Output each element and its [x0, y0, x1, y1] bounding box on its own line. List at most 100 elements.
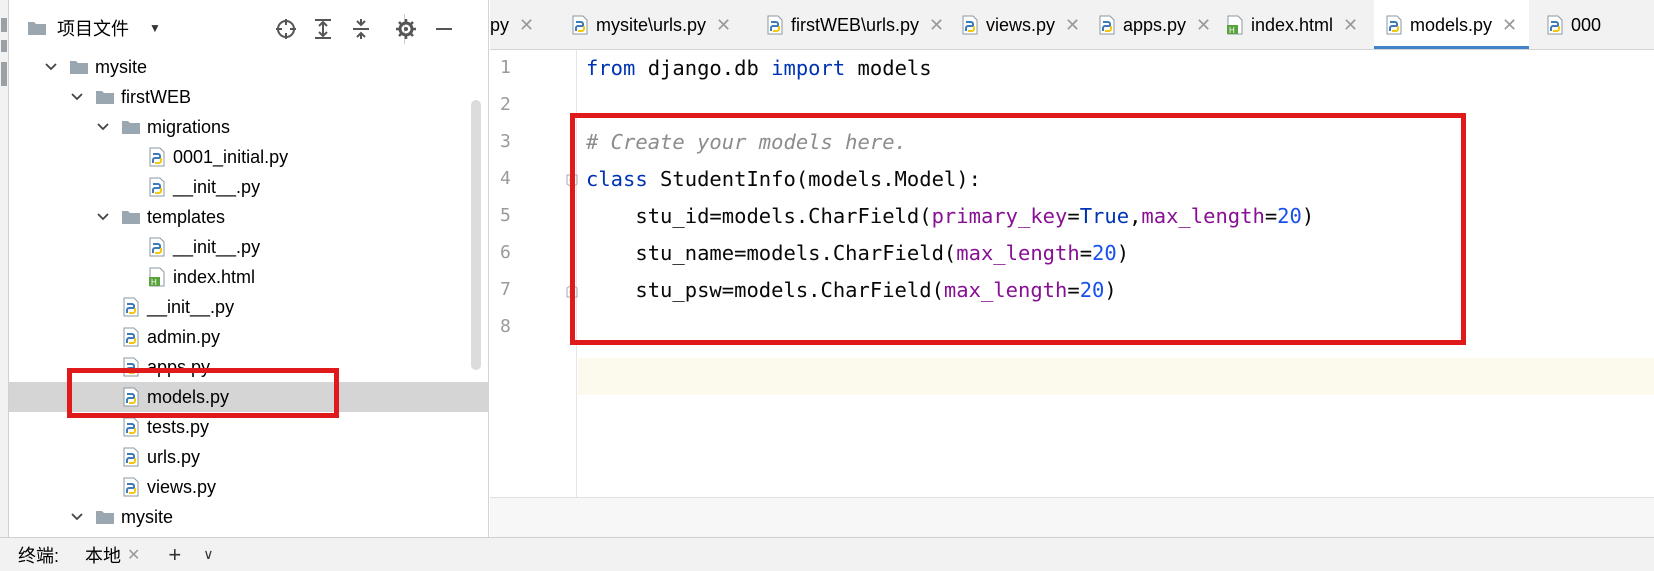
tree-item-label: __init__.py — [173, 176, 261, 197]
chevron-down-icon[interactable] — [43, 59, 59, 75]
line-number: 1 — [500, 57, 511, 78]
chevron-down-icon[interactable] — [95, 209, 111, 225]
editor-tab-label: models.py — [1410, 14, 1493, 35]
close-icon[interactable]: ✕ — [1343, 15, 1358, 36]
code-highlight-box — [570, 113, 1466, 345]
python-file-icon — [147, 237, 167, 257]
tree-item[interactable]: __init__.py — [9, 232, 489, 262]
terminal-label: 终端: — [18, 545, 60, 566]
line-number: 2 — [500, 94, 511, 115]
tree-item[interactable]: mysite — [9, 52, 489, 82]
chevron-down-icon[interactable] — [69, 509, 85, 525]
line-number: 4 — [500, 168, 511, 189]
editor-tab-label: py — [490, 14, 510, 35]
add-terminal-button[interactable]: + — [168, 542, 181, 568]
editor-tab[interactable]: Hindex.html ✕ — [1215, 0, 1365, 49]
close-icon[interactable]: ✕ — [716, 15, 731, 36]
line-number: 8 — [500, 316, 511, 337]
stripe-mark — [1, 18, 7, 32]
close-icon[interactable]: ✕ — [519, 15, 534, 36]
folder-icon — [121, 117, 141, 137]
editor-tab[interactable]: apps.py ✕ — [1087, 0, 1211, 49]
tree-item[interactable]: urls.py — [9, 442, 489, 472]
tree-item[interactable]: __init__.py — [9, 292, 489, 322]
tree-item[interactable]: templates — [9, 202, 489, 232]
tree-item-label: mysite — [95, 56, 148, 77]
folder-icon — [95, 87, 115, 107]
chevron-down-icon[interactable] — [69, 89, 85, 105]
chevron-down-icon[interactable]: ∨ — [203, 546, 213, 563]
python-file-icon — [121, 477, 141, 497]
collapse-all-icon[interactable] — [350, 18, 372, 40]
tree-scrollbar[interactable] — [471, 100, 481, 370]
tree-item-label: __init__.py — [147, 296, 235, 317]
tree-item[interactable]: mysite — [9, 502, 489, 532]
tree-item-label: 0001_initial.py — [173, 146, 289, 167]
terminal-bar: 终端: 本地 ✕ + ∨ — [0, 537, 1654, 571]
folder-icon — [28, 22, 46, 35]
python-file-icon — [121, 447, 141, 467]
editor-tab-label: views.py — [986, 14, 1056, 35]
locate-target-icon[interactable] — [275, 18, 297, 40]
tree-item-label: views.py — [147, 476, 217, 497]
folder-icon — [95, 507, 115, 527]
editor-bottom-area — [490, 497, 1654, 537]
editor-tab[interactable]: 000 — [1535, 0, 1654, 49]
python-file-icon — [121, 327, 141, 347]
terminal-tab-label: 本地 — [85, 545, 122, 566]
minimize-icon[interactable] — [433, 18, 455, 40]
tree-item-label: tests.py — [147, 416, 210, 437]
file-highlight-box — [67, 368, 339, 418]
project-tree: mysite firstWEB migrations 0001_initial.py _… — [9, 52, 489, 532]
line-number: 6 — [500, 242, 511, 263]
editor-tab-label: 000 — [1571, 14, 1602, 35]
tree-item[interactable]: views.py — [9, 472, 489, 502]
python-file-icon — [960, 15, 980, 35]
tree-item[interactable]: __init__.py — [9, 172, 489, 202]
tree-item[interactable]: Hindex.html — [9, 262, 489, 292]
terminal-tab-local[interactable]: 本地 ✕ — [85, 542, 140, 568]
line-number: 7 — [500, 279, 511, 300]
tree-item-label: admin.py — [147, 326, 221, 347]
tree-item[interactable]: firstWEB — [9, 82, 489, 112]
close-icon[interactable]: ✕ — [1196, 15, 1211, 36]
editor-tab[interactable]: firstWEB\urls.py ✕ — [755, 0, 944, 49]
python-file-icon — [121, 417, 141, 437]
chevron-down-icon[interactable] — [95, 119, 111, 135]
code-text: django.db — [635, 56, 772, 80]
editor-tab[interactable]: mysite\urls.py ✕ — [560, 0, 745, 49]
python-file-icon — [1097, 15, 1117, 35]
editor-tab-label: mysite\urls.py — [596, 14, 707, 35]
tree-item-label: index.html — [173, 266, 256, 287]
line-number-gutter: 1 2 3 4 5 6 7 8 — [490, 50, 578, 497]
expand-all-icon[interactable] — [312, 18, 334, 40]
close-icon[interactable]: ✕ — [1502, 15, 1517, 36]
tree-item[interactable]: migrations — [9, 112, 489, 142]
tree-item-label: firstWEB — [121, 86, 191, 107]
tree-item[interactable]: 0001_initial.py — [9, 142, 489, 172]
tree-item-label: mysite — [121, 506, 174, 527]
close-icon[interactable]: ✕ — [1065, 15, 1080, 36]
tree-item-label: __init__.py — [173, 236, 261, 257]
svg-text:H: H — [151, 278, 157, 287]
project-panel-title[interactable]: 项目文件 — [57, 15, 129, 41]
editor-tab[interactable]: py ✕ — [490, 0, 550, 49]
project-panel-header: 项目文件 ▼ — [9, 0, 489, 56]
python-file-icon — [147, 147, 167, 167]
gear-icon[interactable] — [395, 18, 417, 40]
line-number: 3 — [500, 131, 511, 152]
tree-item[interactable]: admin.py — [9, 322, 489, 352]
close-icon[interactable]: ✕ — [929, 15, 944, 36]
stripe-mark — [1, 62, 7, 86]
editor-tab[interactable]: views.py ✕ — [950, 0, 1080, 49]
editor-tab[interactable]: models.py ✕ — [1374, 0, 1529, 49]
chevron-down-icon[interactable]: ▼ — [149, 21, 161, 35]
close-icon[interactable]: ✕ — [127, 545, 140, 565]
